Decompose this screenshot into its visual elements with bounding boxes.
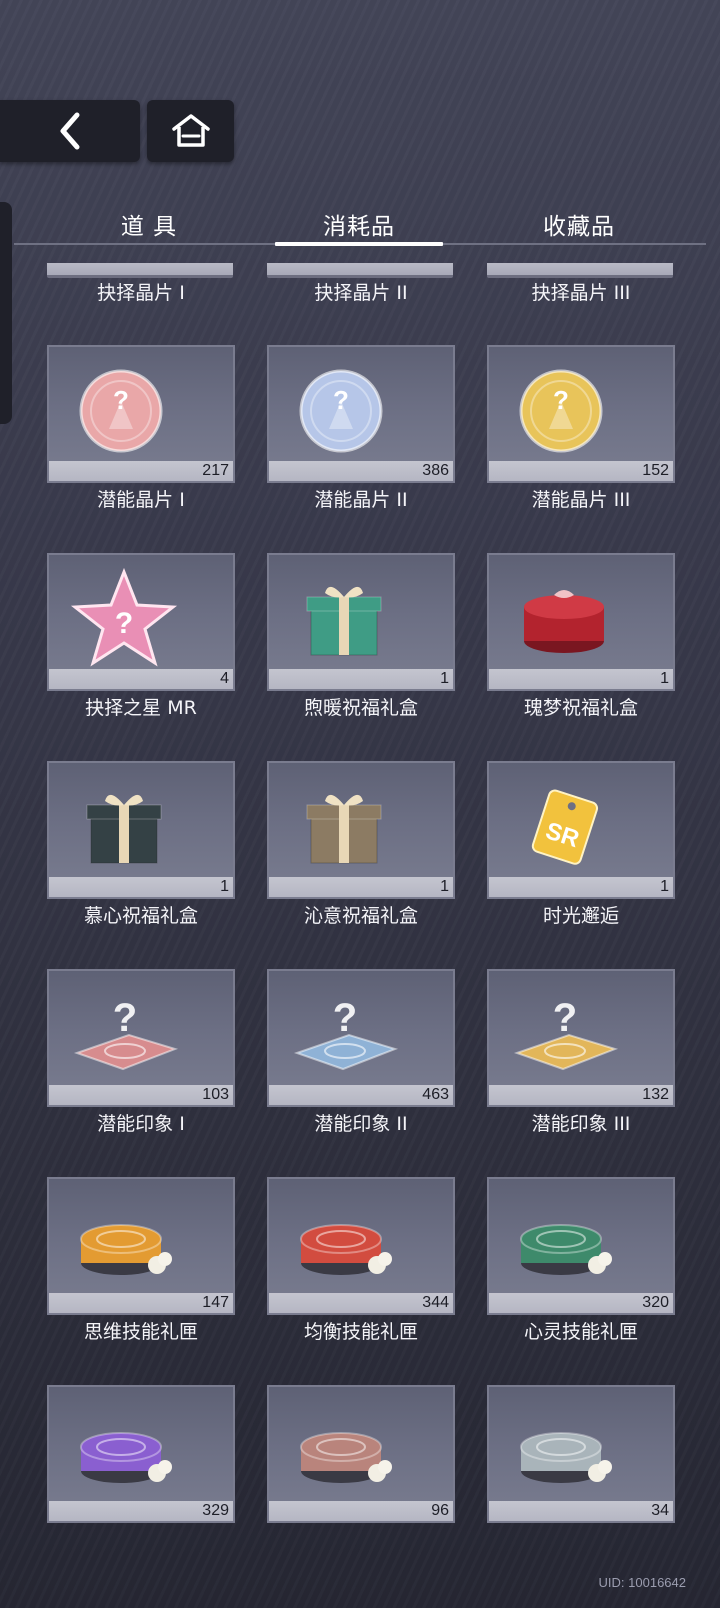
svg-text:?: ?	[115, 607, 133, 640]
item-label: 均衡技能礼匣	[303, 1321, 418, 1343]
item-label: 潜能印象 II	[314, 1113, 408, 1135]
item-count: 463	[269, 1085, 453, 1105]
partial-item-card[interactable]	[487, 263, 673, 278]
item-card[interactable]: 344	[267, 1177, 455, 1315]
item-count: 147	[49, 1293, 233, 1313]
item-count: 329	[49, 1501, 233, 1521]
item-label: 时光邂逅	[542, 905, 619, 927]
svg-text:?: ?	[113, 996, 137, 1040]
sr-tag-icon: SR	[509, 775, 619, 875]
item-count: 132	[489, 1085, 673, 1105]
item-count: 344	[269, 1293, 453, 1313]
item-card[interactable]: ? 152	[487, 345, 675, 483]
green-gift-box-icon	[289, 567, 399, 667]
back-button[interactable]	[0, 100, 140, 162]
item-count: 320	[489, 1293, 673, 1313]
item-count: 1	[269, 877, 453, 897]
item-card[interactable]: ? 132	[487, 969, 675, 1107]
item-card[interactable]: ? 217	[47, 345, 235, 483]
item-count: 152	[489, 461, 673, 481]
item-count: 217	[49, 461, 233, 481]
item-card[interactable]: ? 386	[267, 345, 455, 483]
rose-skill-case-icon	[289, 1399, 399, 1499]
tab-consumables[interactable]: 消耗品	[275, 206, 443, 242]
item-label: 沁意祝福礼盒	[303, 905, 418, 927]
partial-item-card[interactable]	[47, 263, 233, 278]
item-label: 抉择之星 MR	[85, 697, 197, 719]
home-button[interactable]	[147, 100, 234, 162]
item-card[interactable]: 34	[487, 1385, 675, 1523]
red-round-gift-box-icon	[509, 567, 619, 667]
item-label: 抉择晶片 I	[97, 282, 185, 304]
item-count: 1	[489, 669, 673, 689]
item-label: 潜能晶片 I	[97, 489, 185, 511]
item-label: 抉择晶片 III	[531, 282, 631, 304]
item-card[interactable]: 320	[487, 1177, 675, 1315]
item-label: 煦暖祝福礼盒	[303, 697, 418, 719]
home-icon	[171, 114, 210, 147]
item-card[interactable]: ? 103	[47, 969, 235, 1107]
item-label: 潜能晶片 II	[314, 489, 408, 511]
active-tab-indicator	[275, 242, 443, 246]
orange-skill-case-icon	[69, 1191, 179, 1291]
svg-text:?: ?	[333, 996, 357, 1040]
item-card[interactable]: ? 4	[47, 553, 235, 691]
red-skill-case-icon	[289, 1191, 399, 1291]
item-label: 潜能晶片 III	[531, 489, 631, 511]
blue-crystal-chip-icon: ?	[289, 359, 399, 459]
item-card[interactable]: 1	[267, 761, 455, 899]
item-count: 1	[269, 669, 453, 689]
item-label: 心灵技能礼匣	[523, 1321, 638, 1343]
item-count: 96	[269, 1501, 453, 1521]
item-card[interactable]: 329	[47, 1385, 235, 1523]
item-label: 慕心祝福礼盒	[83, 905, 198, 927]
item-count: 1	[489, 877, 673, 897]
pink-star-icon: ?	[69, 567, 179, 667]
svg-text:?: ?	[553, 996, 577, 1040]
svg-text:?: ?	[553, 385, 569, 415]
item-count: 4	[49, 669, 233, 689]
gold-crystal-chip-icon: ?	[509, 359, 619, 459]
svg-text:?: ?	[333, 385, 349, 415]
item-label: 思维技能礼匣	[83, 1321, 198, 1343]
side-drawer-handle[interactable]	[0, 202, 12, 424]
tab-props[interactable]: 道 具	[59, 206, 239, 242]
svg-text:?: ?	[113, 385, 129, 415]
item-card[interactable]: 147	[47, 1177, 235, 1315]
blue-impression-icon: ?	[289, 983, 399, 1083]
tab-collectibles[interactable]: 收藏品	[489, 206, 669, 242]
green-skill-case-icon	[509, 1191, 619, 1291]
item-count: 34	[489, 1501, 673, 1521]
pink-impression-icon: ?	[69, 983, 179, 1083]
item-label: 潜能印象 I	[97, 1113, 185, 1135]
dark-gift-box-icon	[69, 775, 179, 875]
pink-crystal-chip-icon: ?	[69, 359, 179, 459]
tan-gift-box-icon	[289, 775, 399, 875]
item-card[interactable]: 96	[267, 1385, 455, 1523]
item-card[interactable]: 1	[267, 553, 455, 691]
partial-item-card[interactable]	[267, 263, 453, 278]
uid-label: UID: 10016642	[598, 1575, 686, 1590]
item-label: 抉择晶片 II	[314, 282, 408, 304]
item-count: 1	[49, 877, 233, 897]
item-card[interactable]: 1	[487, 553, 675, 691]
item-label: 潜能印象 III	[531, 1113, 631, 1135]
silver-skill-case-icon	[509, 1399, 619, 1499]
item-card[interactable]: ? 463	[267, 969, 455, 1107]
item-label: 瑰梦祝福礼盒	[523, 697, 638, 719]
item-card[interactable]: SR 1	[487, 761, 675, 899]
item-count: 386	[269, 461, 453, 481]
item-count: 103	[49, 1085, 233, 1105]
gold-impression-icon: ?	[509, 983, 619, 1083]
category-tabs: 道 具 消耗品 收藏品	[14, 206, 706, 246]
purple-skill-case-icon	[69, 1399, 179, 1499]
item-card[interactable]: 1	[47, 761, 235, 899]
chevron-left-icon	[60, 112, 80, 150]
